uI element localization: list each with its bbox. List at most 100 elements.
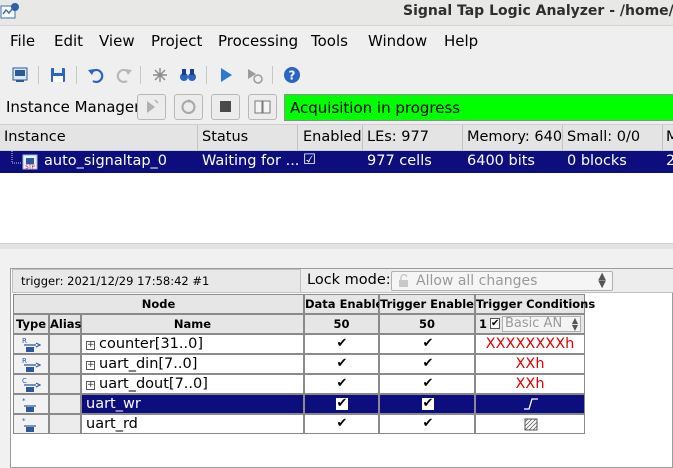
column-divider[interactable] xyxy=(197,125,198,151)
instance-enabled-checkbox[interactable]: ☑ xyxy=(303,152,316,168)
trigger-enable-cell[interactable]: ✔ xyxy=(379,414,475,434)
expand-icon[interactable]: + xyxy=(86,361,95,370)
trigger-mode-dropdown[interactable]: Basic AN ▲ ▼ xyxy=(502,316,581,332)
data-enable-cell[interactable]: ✔ xyxy=(304,414,379,434)
run-icon[interactable] xyxy=(216,65,236,85)
menu-processing[interactable]: Processing xyxy=(218,32,298,50)
trigger-info-text: trigger: 2021/12/29 17:58:42 #1 xyxy=(21,274,210,288)
instance-table-body xyxy=(0,173,673,243)
lock-mode-dropdown[interactable]: Allow all changes ▲ ▼ xyxy=(391,271,613,291)
node-type-cell: R xyxy=(13,334,49,354)
node-name-cell[interactable]: + uart_din[7..0] xyxy=(81,354,304,374)
trigger-condition-header: 1 ✔ Basic AN ▲ ▼ xyxy=(475,314,585,334)
trigger-enable-cell[interactable]: ✔ xyxy=(379,394,475,414)
menu-edit[interactable]: Edit xyxy=(54,32,83,50)
data-enable-cell[interactable]: ✔ xyxy=(304,354,379,374)
column-divider[interactable] xyxy=(297,125,298,151)
read-data-button[interactable] xyxy=(248,94,277,120)
trigger-enable-checkbox[interactable]: ✔ xyxy=(422,397,434,410)
col-les[interactable]: LEs: 977 xyxy=(367,129,429,145)
data-enable-cell[interactable]: ✔ xyxy=(304,334,379,354)
header-trigger-enable: Trigger Enable xyxy=(379,294,475,314)
trigger-enable-checkbox[interactable]: ✔ xyxy=(422,337,434,350)
trigger-condition-cell[interactable]: XXh xyxy=(475,374,585,394)
node-alias-cell[interactable] xyxy=(49,354,81,374)
run-analysis-button[interactable] xyxy=(174,94,203,120)
col-small[interactable]: Small: 0/0 xyxy=(567,129,640,145)
trigger-enable-cell[interactable]: ✔ xyxy=(379,374,475,394)
expand-icon[interactable]: + xyxy=(86,381,95,390)
menu-project[interactable]: Project xyxy=(151,32,202,50)
node-name-cell[interactable]: uart_rd xyxy=(81,414,304,434)
node-alias-cell[interactable] xyxy=(49,414,81,434)
trigger-enable-cell[interactable]: ✔ xyxy=(379,334,475,354)
signal-input-icon: * xyxy=(22,417,36,432)
trigger-condition-cell[interactable]: XXXXXXXXh xyxy=(475,334,585,354)
data-enable-checkbox[interactable]: ✔ xyxy=(336,377,348,390)
col-status[interactable]: Status xyxy=(202,129,248,145)
node-name-cell[interactable]: uart_wr xyxy=(81,394,304,414)
data-enable-cell[interactable]: ✔ xyxy=(304,374,379,394)
column-divider[interactable] xyxy=(562,125,563,151)
stop-icon xyxy=(220,101,231,112)
bus-output-icon: C xyxy=(22,377,42,392)
undo-icon[interactable] xyxy=(86,65,106,85)
trigger-enable-checkbox[interactable]: ✔ xyxy=(422,417,434,430)
instance-manager-bar: Instance Manager: Acquisition in progres… xyxy=(0,92,673,122)
svg-text:R: R xyxy=(22,357,27,365)
toolbar-separator xyxy=(140,66,141,84)
column-divider[interactable] xyxy=(462,125,463,151)
header-name: Name xyxy=(81,314,304,334)
trigger-enable-cell[interactable]: ✔ xyxy=(379,354,475,374)
trigger-condition-checkbox[interactable]: ✔ xyxy=(490,318,500,329)
lock-mode-value: Allow all changes xyxy=(416,273,538,289)
node-name: counter[31..0] xyxy=(99,336,203,352)
node-alias-cell[interactable] xyxy=(49,334,81,354)
bus-input-icon: R xyxy=(22,337,42,352)
column-divider[interactable] xyxy=(662,125,663,151)
autorun-analysis-button[interactable] xyxy=(137,94,166,120)
binoculars-icon[interactable] xyxy=(178,65,198,85)
node-alias-cell[interactable] xyxy=(49,394,81,414)
instance-table-header: Instance Status Enabled LEs: 977 Memory:… xyxy=(0,124,673,151)
toolbar: ? xyxy=(0,60,673,90)
data-enable-checkbox[interactable]: ✔ xyxy=(336,357,348,370)
data-enable-checkbox[interactable]: ✔ xyxy=(336,417,348,430)
help-icon[interactable]: ? xyxy=(282,65,302,85)
trigger-condition-cell[interactable] xyxy=(475,414,585,434)
data-enable-checkbox[interactable]: ✔ xyxy=(336,337,348,350)
stop-analysis-button[interactable] xyxy=(211,94,240,120)
col-memory[interactable]: Memory: 640 xyxy=(467,129,562,145)
unlock-icon xyxy=(399,274,408,287)
svg-text:?: ? xyxy=(289,69,296,83)
save-icon[interactable] xyxy=(48,65,68,85)
run-analysis-icon[interactable] xyxy=(10,65,30,85)
trigger-condition-cell[interactable] xyxy=(475,394,585,414)
menu-window[interactable]: Window xyxy=(368,32,427,50)
column-divider[interactable] xyxy=(362,125,363,151)
autorun-icon[interactable] xyxy=(244,65,264,85)
menu-help[interactable]: Help xyxy=(444,32,478,50)
expand-icon[interactable]: + xyxy=(86,341,95,350)
col-enabled[interactable]: Enabled xyxy=(303,129,362,145)
instance-m: 2 xyxy=(666,153,673,169)
trigger-condition-value: XXh xyxy=(515,376,545,392)
instance-row[interactable]: STP auto_signaltap_0 Waiting for ... ☑ 9… xyxy=(0,151,673,173)
node-name-cell[interactable]: + counter[31..0] xyxy=(81,334,304,354)
node-name-cell[interactable]: + uart_dout[7..0] xyxy=(81,374,304,394)
node-finder-icon[interactable] xyxy=(150,65,170,85)
menu-view[interactable]: View xyxy=(99,32,135,50)
col-m[interactable]: M xyxy=(666,129,673,145)
data-enable-cell[interactable]: ✔ xyxy=(304,394,379,414)
menu-tools[interactable]: Tools xyxy=(311,32,348,50)
data-enable-checkbox[interactable]: ✔ xyxy=(336,397,348,410)
trigger-condition-cell[interactable]: XXh xyxy=(475,354,585,374)
menu-file[interactable]: File xyxy=(10,32,35,50)
trigger-enable-checkbox[interactable]: ✔ xyxy=(422,377,434,390)
node-alias-cell[interactable] xyxy=(49,374,81,394)
trigger-enable-checkbox[interactable]: ✔ xyxy=(422,357,434,370)
toolbar-separator xyxy=(76,66,77,84)
toolbar-separator xyxy=(38,66,39,84)
col-instance[interactable]: Instance xyxy=(4,129,66,145)
redo-icon[interactable] xyxy=(114,65,134,85)
